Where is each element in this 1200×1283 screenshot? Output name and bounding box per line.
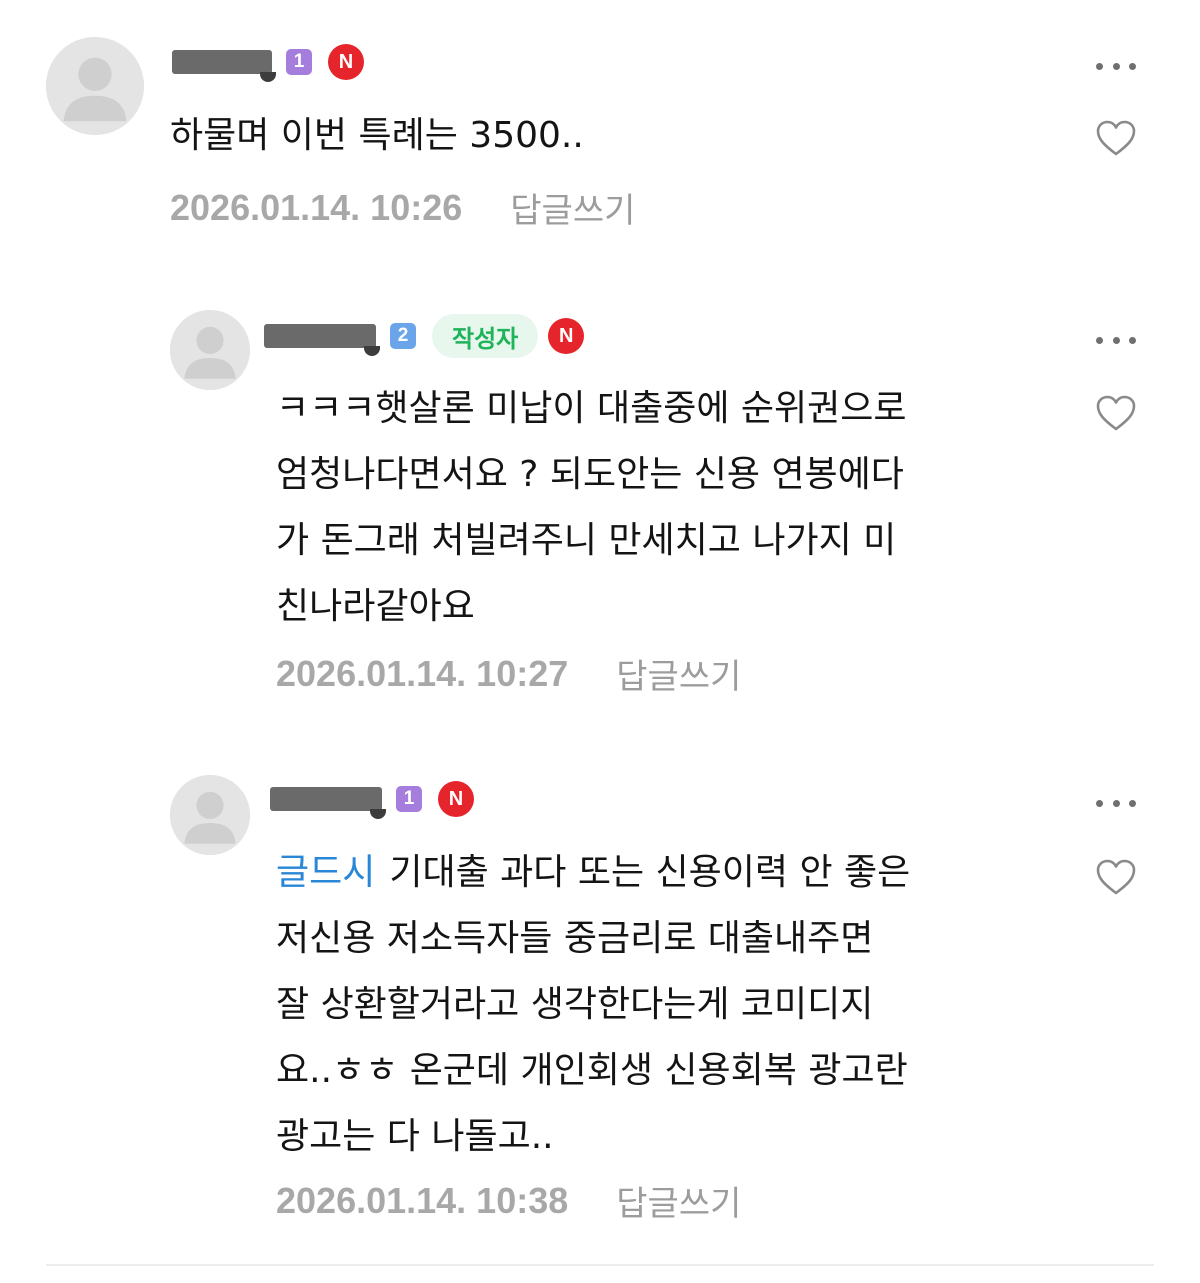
level-badge: 1 xyxy=(396,786,422,812)
comment-author-row: 1 N xyxy=(270,777,474,821)
more-dots-icon[interactable] xyxy=(1096,797,1136,809)
level-badge: 2 xyxy=(390,323,416,349)
level-badge: 1 xyxy=(286,49,312,75)
comment-author-row: 2 작성자 N xyxy=(264,314,585,358)
comment-text-line: 요..ㅎㅎ 온군데 개인회생 신용회복 광고란 xyxy=(276,1050,908,1091)
comment-text-line: 저신용 저소득자들 중금리로 대출내주면 xyxy=(276,918,874,959)
more-dots-icon[interactable] xyxy=(1096,60,1136,72)
reply-button[interactable]: 답글쓰기 xyxy=(510,183,635,232)
comment-date: 2026.01.14. 10:38 xyxy=(276,1179,569,1221)
default-user-avatar-icon xyxy=(46,37,144,135)
comment-meta: 2026.01.14. 10:38 답글쓰기 xyxy=(276,1176,741,1225)
comment-text-line: 엄청나다면서요 ? 되도안는 신용 연봉에다 xyxy=(276,454,904,495)
comment-text-line: 하물며 이번 특례는 3500.. xyxy=(170,115,584,156)
comment-text-line: ㅋㅋㅋ햇살론 미납이 대출중에 순위권으로 xyxy=(276,388,907,429)
comment-author-row: 1 N xyxy=(172,40,364,84)
avatar[interactable] xyxy=(46,37,144,135)
avatar[interactable] xyxy=(170,310,250,390)
author-name-redacted[interactable] xyxy=(172,50,276,82)
comment-text: 하물며 이번 특례는 3500.. xyxy=(170,103,584,169)
heart-outline-icon[interactable] xyxy=(1094,857,1138,897)
comment-text-line: 가 돈그래 처빌려주니 만세치고 나가지 미 xyxy=(276,520,897,561)
avatar[interactable] xyxy=(170,775,250,855)
reply-button[interactable]: 답글쓰기 xyxy=(616,1176,741,1225)
comment-meta: 2026.01.14. 10:27 답글쓰기 xyxy=(276,649,741,698)
comment-meta: 2026.01.14. 10:26 답글쓰기 xyxy=(170,183,635,232)
default-user-avatar-icon xyxy=(170,310,250,390)
comment-text: ㅋㅋㅋ햇살론 미납이 대출중에 순위권으로 엄청나다면서요 ? 되도안는 신용 … xyxy=(276,376,907,640)
heart-outline-icon[interactable] xyxy=(1094,393,1138,433)
author-name-redacted[interactable] xyxy=(270,787,386,819)
section-divider xyxy=(46,1264,1154,1266)
author-name-redacted[interactable] xyxy=(264,324,380,356)
more-dots-icon[interactable] xyxy=(1096,334,1136,346)
comment-text-line: 잘 상환할거라고 생각한다는게 코미디지 xyxy=(276,984,874,1025)
default-user-avatar-icon xyxy=(170,775,250,855)
new-badge: N xyxy=(438,781,474,817)
comment-text-line: 기대출 과다 또는 신용이력 안 좋은 xyxy=(389,852,911,893)
author-badge: 작성자 xyxy=(432,314,539,358)
comment-date: 2026.01.14. 10:27 xyxy=(276,652,569,694)
comment-text: 글드시 기대출 과다 또는 신용이력 안 좋은 저신용 저소득자들 중금리로 대출… xyxy=(276,840,910,1170)
comment-date: 2026.01.14. 10:26 xyxy=(170,186,463,228)
heart-outline-icon[interactable] xyxy=(1094,118,1138,158)
comment-text-line: 광고는 다 나돌고.. xyxy=(276,1116,554,1157)
new-badge: N xyxy=(328,44,364,80)
reply-button[interactable]: 답글쓰기 xyxy=(616,649,741,698)
mention-link[interactable]: 글드시 xyxy=(276,852,375,893)
new-badge: N xyxy=(548,318,585,354)
comment-text-line: 친나라같아요 xyxy=(276,586,475,627)
